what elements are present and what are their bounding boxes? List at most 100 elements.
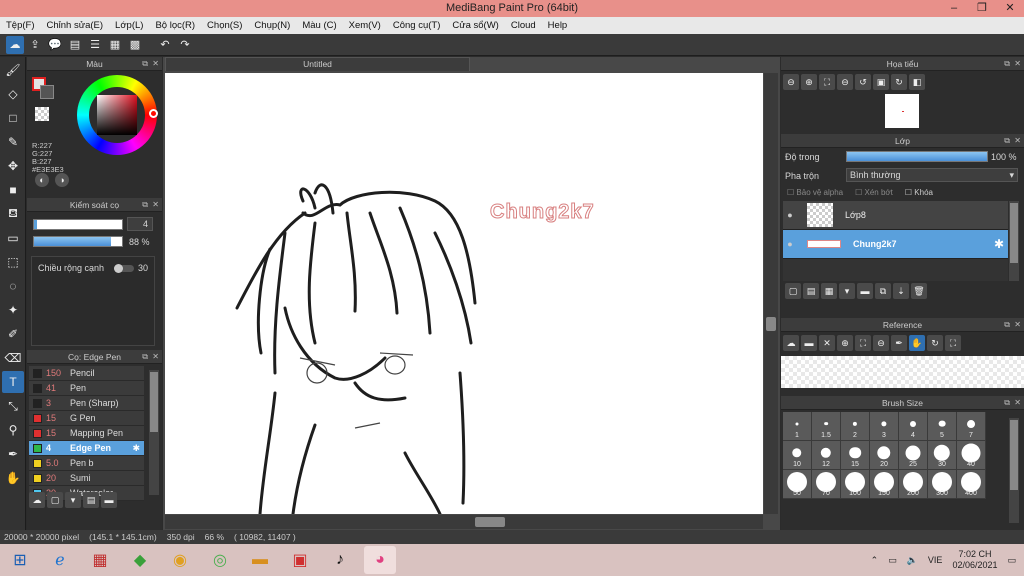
brush-size-cell[interactable]: 40 — [957, 441, 986, 470]
volume-icon[interactable]: 🔈 — [907, 555, 918, 566]
lock-checkbox[interactable]: ☐ Khóa — [905, 188, 933, 197]
brush-size-cell[interactable]: 1.5 — [812, 412, 841, 441]
internet-explorer-icon[interactable]: ℯ — [44, 546, 76, 574]
add-layer-menu-icon[interactable]: ▾ — [839, 283, 855, 299]
input-language[interactable]: VIE — [928, 555, 943, 565]
zoom-out-icon[interactable]: ⊖ — [783, 74, 799, 90]
hand-icon[interactable]: ✋ — [909, 335, 925, 351]
select-rect-icon[interactable]: ⬚ — [2, 251, 24, 273]
close-panel-icon[interactable]: ✕ — [152, 198, 159, 212]
text-tool-icon[interactable]: T — [2, 371, 24, 393]
brush-size-cell[interactable]: 12 — [812, 441, 841, 470]
new-8bit-layer-icon[interactable]: ▦ — [821, 283, 837, 299]
reference-canvas[interactable] — [781, 356, 1024, 388]
rotate-right-icon[interactable]: ↻ — [891, 74, 907, 90]
brush-item[interactable]: 41 Pen — [29, 381, 144, 396]
palette-icon[interactable]: ◐ — [35, 173, 49, 187]
dropper-icon[interactable]: ✒ — [891, 335, 907, 351]
close-panel-icon[interactable]: ✕ — [152, 350, 159, 364]
undock-icon[interactable]: ⧉ — [1004, 57, 1010, 71]
move-tool-icon[interactable]: ✥ — [2, 155, 24, 177]
brush-size-cell[interactable]: 150 — [870, 470, 899, 499]
redo-icon[interactable]: ↷ — [176, 36, 194, 54]
brush-settings-icon[interactable]: ▤ — [83, 492, 99, 508]
restore-button[interactable]: ❐ — [968, 0, 996, 17]
close-panel-icon[interactable]: ✕ — [1014, 134, 1021, 148]
select-eraser-icon[interactable]: ⌫ — [2, 347, 24, 369]
rotate-icon[interactable]: ↻ — [927, 335, 943, 351]
share-icon[interactable]: ⇪ — [26, 36, 44, 54]
brush-item[interactable]: 5.0 Pen b — [29, 456, 144, 471]
minimize-button[interactable]: – — [940, 0, 968, 17]
brush-list-scrollbar[interactable] — [149, 370, 159, 495]
hue-wheel[interactable] — [77, 75, 158, 155]
new-layer-icon[interactable]: ▢ — [785, 283, 801, 299]
dropper-tool-icon[interactable]: ⚲ — [2, 419, 24, 441]
brush-size-cell[interactable]: 15 — [841, 441, 870, 470]
brush-item[interactable]: 4 Edge Pen ✱ — [29, 441, 144, 456]
close-panel-icon[interactable]: ✕ — [1014, 57, 1021, 71]
canvas-vscrollbar[interactable] — [764, 73, 778, 514]
menu-color[interactable]: Màu (C) — [296, 17, 342, 34]
chat-icon[interactable]: 💬 — [46, 36, 64, 54]
undock-icon[interactable]: ⧉ — [1004, 134, 1010, 148]
brush-size-cell[interactable]: 2 — [841, 412, 870, 441]
saturation-box[interactable] — [97, 95, 137, 135]
navigator-thumbnail[interactable] — [885, 94, 919, 128]
eraser-tool-icon[interactable]: ◇ — [2, 83, 24, 105]
zoom-out-icon[interactable]: ⊖ — [873, 335, 889, 351]
menu-window[interactable]: Cửa sổ(W) — [446, 17, 504, 34]
gradient-tool-icon[interactable]: ▭ — [2, 227, 24, 249]
brush-folder-icon[interactable]: ▬ — [101, 492, 117, 508]
undock-icon[interactable]: ⧉ — [1004, 396, 1010, 410]
undock-icon[interactable]: ⧉ — [142, 198, 148, 212]
hand-tool-icon[interactable]: ✋ — [2, 467, 24, 489]
select-pen-icon[interactable]: ✐ — [2, 323, 24, 345]
trash-icon[interactable]: 🗑 — [911, 283, 927, 299]
notifications-icon[interactable]: ▭ — [1007, 555, 1016, 566]
open-folder-icon[interactable]: ▬ — [801, 335, 817, 351]
brush-size-cell[interactable]: 30 — [928, 441, 957, 470]
brush-item[interactable]: 20 Sumi — [29, 471, 144, 486]
coccoc-icon[interactable]: ◎ — [204, 546, 236, 574]
menu-filter[interactable]: Bộ lọc(R) — [149, 17, 201, 34]
menu-layer[interactable]: Lớp(L) — [109, 17, 149, 34]
close-panel-icon[interactable]: ✕ — [152, 57, 159, 71]
close-icon[interactable]: ✕ — [819, 335, 835, 351]
fit-icon[interactable]: ⛶ — [855, 335, 871, 351]
close-panel-icon[interactable]: ✕ — [1014, 318, 1021, 332]
zoom-in-icon[interactable]: ⊕ — [837, 335, 853, 351]
menu-select[interactable]: Chọn(S) — [201, 17, 248, 34]
document-tab[interactable]: Untitled — [165, 57, 470, 71]
undock-icon[interactable]: ⧉ — [142, 350, 148, 364]
brush-size-cell[interactable]: 5 — [928, 412, 957, 441]
fill-rect-icon[interactable]: ■ — [2, 179, 24, 201]
brush-size-cell[interactable]: 70 — [812, 470, 841, 499]
brush-item[interactable]: 15 Mapping Pen — [29, 426, 144, 441]
medibang-taskbar-icon[interactable]: ◕ — [364, 546, 396, 574]
brush-size-cell[interactable]: 200 — [899, 470, 928, 499]
menu-view[interactable]: Xem(V) — [343, 17, 387, 34]
layer-folder-icon[interactable]: ▬ — [857, 283, 873, 299]
menu-edit[interactable]: Chỉnh sửa(E) — [41, 17, 110, 34]
brush-size-scrollbar[interactable] — [1009, 418, 1019, 523]
cloud-icon[interactable]: ☁ — [783, 335, 799, 351]
layer-scrollbar[interactable] — [1009, 201, 1019, 281]
brush-size-cell[interactable]: 100 — [841, 470, 870, 499]
brush-size-slider[interactable] — [33, 219, 123, 230]
brush-size-cell[interactable]: 300 — [928, 470, 957, 499]
brush-item[interactable]: 150 Pencil — [29, 366, 144, 381]
fullscreen-icon[interactable]: ⛶ — [945, 335, 961, 351]
add-brush-menu-icon[interactable]: ▾ — [65, 492, 81, 508]
zoom-in-icon[interactable]: ⊕ — [801, 74, 817, 90]
layered-app-icon[interactable]: ◆ — [124, 546, 156, 574]
eye-icon[interactable]: ● — [783, 239, 797, 249]
pen-tool-icon[interactable]: ✒ — [2, 443, 24, 465]
brush-size-cell[interactable]: 3 — [870, 412, 899, 441]
brush-tool-icon[interactable]: 🖌 — [2, 59, 24, 81]
app-grid-icon[interactable]: ▦ — [84, 546, 116, 574]
layer-row[interactable]: ● Lớp8 — [783, 201, 1008, 230]
canvas-hscrollbar[interactable] — [165, 515, 763, 529]
new-halftone-layer-icon[interactable]: ▤ — [803, 283, 819, 299]
new-brush-icon[interactable]: ▢ — [47, 492, 63, 508]
